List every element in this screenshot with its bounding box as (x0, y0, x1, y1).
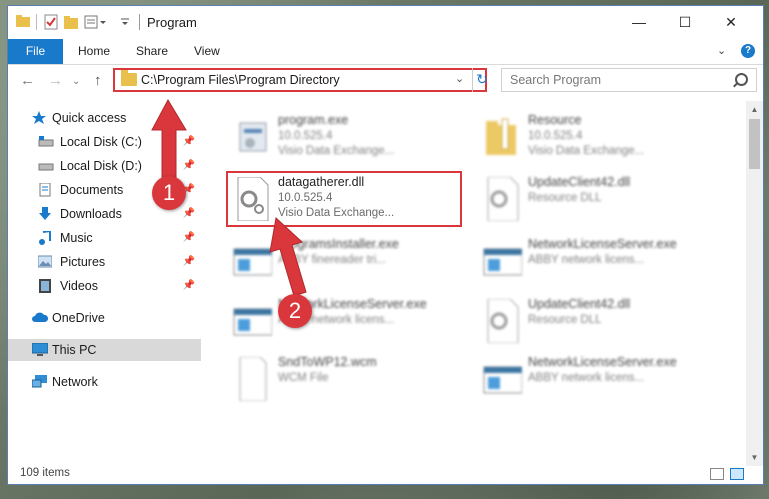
step-badge-1: 1 (152, 176, 186, 210)
step-badge-2: 2 (278, 294, 312, 328)
annotation-arrows (151, 98, 307, 297)
